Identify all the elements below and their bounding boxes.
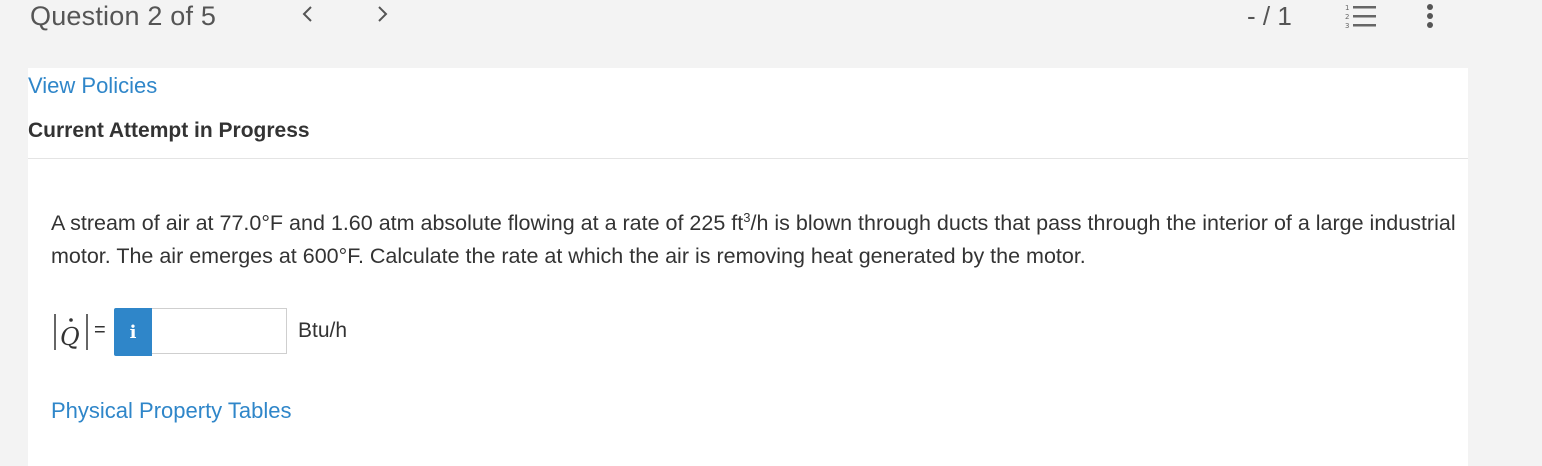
answer-input[interactable]	[152, 308, 287, 354]
view-policies-link[interactable]: View Policies	[28, 72, 157, 100]
heat-rate-symbol: Q	[52, 310, 96, 354]
question-text: A stream of air at 77.0°F and 1.60 atm a…	[51, 207, 1461, 273]
chevron-left-icon	[302, 6, 312, 22]
question-list-button[interactable]: 1 2 3	[1344, 2, 1378, 30]
answer-unit: Btu/h	[298, 319, 348, 342]
question-score: - / 1	[1247, 1, 1292, 31]
info-button[interactable]: i	[114, 308, 152, 356]
question-text-part1: A stream of air at 77.0°F and 1.60 atm a…	[51, 211, 744, 235]
divider	[28, 158, 1468, 159]
more-options-button[interactable]	[1420, 0, 1440, 32]
attempt-status: Current Attempt in Progress	[28, 119, 310, 142]
question-counter: Question 2 of 5	[30, 1, 217, 31]
more-vertical-icon	[1427, 4, 1433, 28]
list-numbered-icon: 1 2 3	[1345, 4, 1376, 30]
previous-question-button[interactable]	[297, 4, 317, 24]
question-header: Question 2 of 5 - / 1 1 2 3	[0, 0, 1542, 36]
heat-rate-variable: Q	[60, 323, 80, 351]
svg-text:1: 1	[1345, 4, 1349, 12]
next-question-button[interactable]	[373, 4, 393, 24]
physical-property-tables-link[interactable]: Physical Property Tables	[51, 397, 292, 425]
svg-text:2: 2	[1345, 13, 1349, 21]
chevron-right-icon	[378, 6, 388, 22]
svg-text:3: 3	[1345, 22, 1349, 30]
equals-sign: =	[94, 319, 106, 341]
